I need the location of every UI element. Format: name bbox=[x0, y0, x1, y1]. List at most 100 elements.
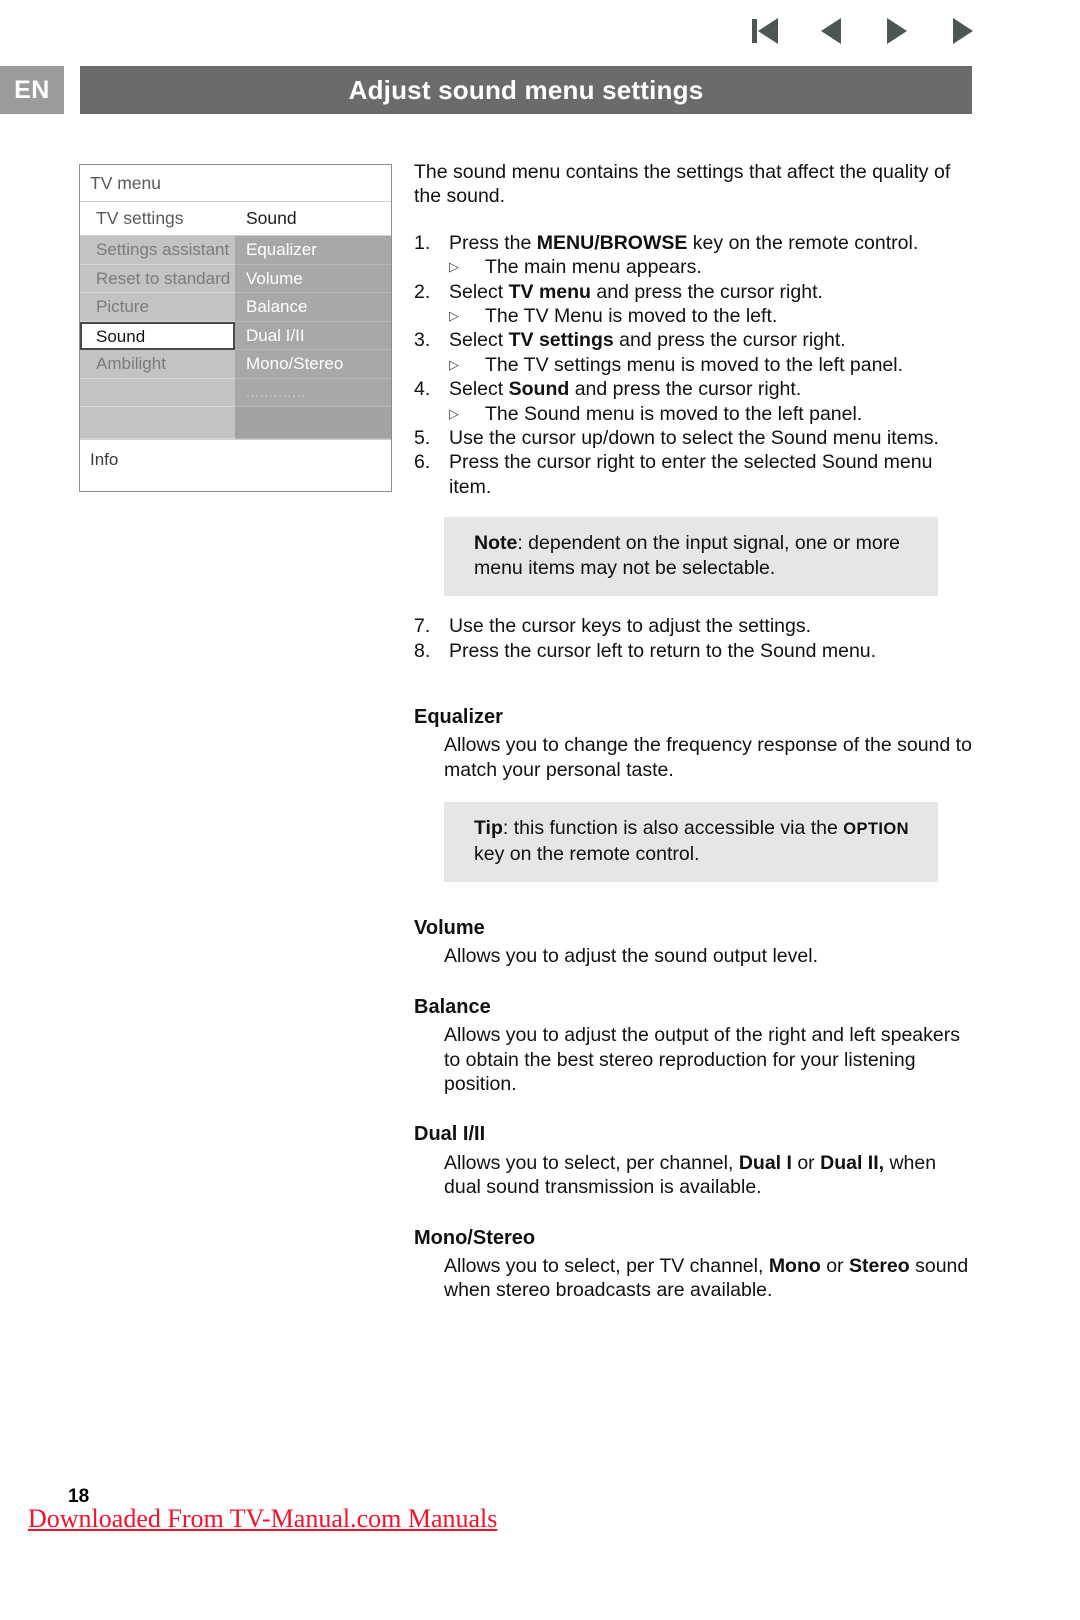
step-number: 5. bbox=[414, 427, 431, 450]
tv-menu-right-column: Equalizer Volume Balance Dual I/II Mono/… bbox=[235, 236, 391, 439]
section-heading: Mono/Stereo bbox=[414, 1226, 536, 1249]
section-body-part: Allows you to select, per channel, bbox=[444, 1151, 739, 1174]
section-balance: Balance Allows you to adjust the output … bbox=[414, 995, 974, 1097]
step-text-before: Select bbox=[449, 378, 509, 401]
step-result: ▷ The Sound menu is moved to the left pa… bbox=[449, 402, 974, 426]
sound-item-volume[interactable]: Volume bbox=[235, 264, 391, 293]
menu-item-reset-to-standard[interactable]: Reset to standard bbox=[80, 264, 235, 293]
watermark: Downloaded From TV-Manual.com Manuals bbox=[28, 1504, 498, 1533]
step-number: 8. bbox=[414, 639, 431, 662]
last-page-button[interactable] bbox=[946, 14, 980, 48]
triangle-bullet-icon: ▷ bbox=[449, 308, 459, 324]
language-badge: EN bbox=[0, 66, 64, 114]
section-body-part: or bbox=[820, 1255, 849, 1277]
menu-item-sound[interactable]: Sound bbox=[80, 321, 235, 350]
tv-menu-illustration: TV menu TV settings Sound Settings assis… bbox=[79, 164, 392, 492]
section-body: Allows you to select, per channel, Dual … bbox=[444, 1151, 974, 1200]
header-spacer bbox=[64, 66, 80, 114]
section-heading: Balance bbox=[414, 995, 491, 1018]
next-page-button[interactable] bbox=[880, 14, 914, 48]
menu-item-picture[interactable]: Picture bbox=[80, 293, 235, 322]
tip-callout: Tip: this function is also accessible vi… bbox=[444, 802, 938, 882]
step-item: 2. Select TV menu and press the cursor r… bbox=[414, 280, 974, 329]
sound-item-dual-i-ii[interactable]: Dual I/II bbox=[235, 321, 391, 350]
step-keyword: MENU/BROWSE bbox=[536, 231, 688, 254]
tv-menu-info-label: Info bbox=[80, 439, 391, 491]
section-dual-i-ii: Dual I/II Allows you to select, per chan… bbox=[414, 1122, 974, 1199]
step-number: 3. bbox=[414, 329, 431, 352]
note-text: : dependent on the input signal, one or … bbox=[474, 532, 901, 579]
step-result: ▷ The TV Menu is moved to the left. bbox=[449, 304, 974, 328]
section-heading: Volume bbox=[414, 916, 485, 939]
step-result: ▷ The TV settings menu is moved to the l… bbox=[449, 353, 974, 377]
step-number: 1. bbox=[414, 231, 431, 254]
step-text: Use the cursor up/down to select the Sou… bbox=[449, 427, 939, 450]
main-content: The sound menu contains the settings tha… bbox=[414, 160, 974, 1303]
step-keyword: Sound bbox=[508, 378, 570, 401]
step-number: 4. bbox=[414, 378, 431, 401]
step-result-text: The main menu appears. bbox=[485, 256, 702, 279]
tip-text-before: : this function is also accessible via t… bbox=[502, 817, 844, 840]
page-header: EN Adjust sound menu settings bbox=[0, 66, 1080, 114]
step-text-before: Select bbox=[449, 329, 509, 352]
note-callout: Note: dependent on the input signal, one… bbox=[444, 517, 938, 597]
menu-item-empty bbox=[80, 378, 235, 407]
page-title: Adjust sound menu settings bbox=[80, 66, 972, 114]
skip-to-start-button[interactable] bbox=[748, 14, 782, 48]
step-item: 7. Use the cursor keys to adjust the set… bbox=[414, 614, 974, 638]
sound-item-empty bbox=[235, 407, 391, 439]
step-item: 4. Select Sound and press the cursor rig… bbox=[414, 377, 974, 426]
step-keyword: TV settings bbox=[508, 329, 614, 352]
step-keyword: TV menu bbox=[508, 280, 591, 303]
section-keyword: Mono bbox=[768, 1255, 821, 1277]
tip-keyword: OPTION bbox=[843, 820, 909, 839]
sound-item-equalizer[interactable]: Equalizer bbox=[235, 236, 391, 265]
section-body: Allows you to adjust the sound output le… bbox=[444, 945, 818, 968]
step-number: 2. bbox=[414, 280, 431, 303]
section-heading: Dual I/II bbox=[414, 1123, 486, 1146]
step-text-after: and press the cursor right. bbox=[590, 280, 823, 303]
step-item: 6. Press the cursor right to enter the s… bbox=[414, 450, 974, 499]
sound-item-mono-stereo[interactable]: Mono/Stereo bbox=[235, 350, 391, 379]
section-body: Allows you to select, per TV channel, Mo… bbox=[444, 1254, 974, 1303]
step-text-after: and press the cursor right. bbox=[569, 378, 802, 401]
section-equalizer: Equalizer Allows you to change the frequ… bbox=[414, 705, 974, 882]
section-body-part: or bbox=[791, 1151, 821, 1174]
tv-menu-left-column: Settings assistant Reset to standard Pic… bbox=[80, 236, 235, 439]
sound-item-balance[interactable]: Balance bbox=[235, 293, 391, 322]
skip-start-icon bbox=[752, 18, 778, 44]
triangle-left-icon bbox=[821, 18, 841, 44]
section-body: Allows you to change the frequency respo… bbox=[444, 734, 972, 781]
triangle-bullet-icon: ▷ bbox=[449, 356, 459, 372]
section-body-part: Allows you to select, per TV channel, bbox=[444, 1255, 769, 1277]
section-body: Allows you to adjust the output of the r… bbox=[444, 1024, 960, 1095]
menu-item-ambilight[interactable]: Ambilight bbox=[80, 350, 235, 379]
step-text: Use the cursor keys to adjust the settin… bbox=[449, 615, 812, 638]
step-number: 6. bbox=[414, 451, 431, 474]
section-heading: Equalizer bbox=[414, 705, 503, 728]
step-text-after: key on the remote control. bbox=[687, 231, 919, 254]
step-result-text: The Sound menu is moved to the left pane… bbox=[485, 402, 863, 425]
step-text-after: and press the cursor right. bbox=[613, 329, 846, 352]
page-navigation bbox=[748, 14, 980, 48]
triangle-bullet-icon: ▷ bbox=[449, 405, 459, 421]
step-item: 3. Select TV settings and press the curs… bbox=[414, 328, 974, 377]
sound-item-more: ............. bbox=[235, 378, 391, 407]
step-text-before: Press the bbox=[449, 231, 537, 254]
step-result-text: The TV Menu is moved to the left. bbox=[485, 305, 778, 328]
tip-text-after: key on the remote control. bbox=[474, 842, 700, 865]
triangle-right-icon bbox=[887, 18, 907, 44]
note-label: Note bbox=[474, 532, 518, 555]
section-keyword: Dual I bbox=[738, 1151, 792, 1174]
section-volume: Volume Allows you to adjust the sound ou… bbox=[414, 916, 974, 969]
section-keyword: Dual II, bbox=[820, 1151, 885, 1174]
sound-panel-label: Sound bbox=[246, 208, 297, 228]
menu-item-settings-assistant[interactable]: Settings assistant bbox=[80, 236, 235, 265]
previous-page-button[interactable] bbox=[814, 14, 848, 48]
menu-item-empty bbox=[80, 407, 235, 439]
step-result-text: The TV settings menu is moved to the lef… bbox=[485, 353, 904, 376]
procedure-steps: 1. Press the MENU/BROWSE key on the remo… bbox=[414, 231, 974, 499]
step-result: ▷ The main menu appears. bbox=[449, 255, 974, 279]
step-number: 7. bbox=[414, 615, 431, 638]
triangle-bullet-icon: ▷ bbox=[449, 259, 459, 275]
